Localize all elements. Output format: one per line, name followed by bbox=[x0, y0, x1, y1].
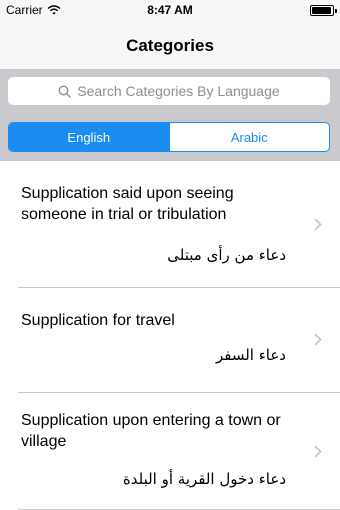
category-title: Supplication upon entering a town or vil… bbox=[21, 412, 281, 450]
battery-level bbox=[312, 7, 331, 14]
language-segmented-control: English Arabic bbox=[8, 122, 330, 152]
search-input[interactable]: Search Categories By Language bbox=[8, 77, 330, 105]
chevron-right-icon bbox=[314, 445, 322, 458]
segment-arabic[interactable]: Arabic bbox=[168, 123, 330, 151]
category-arabic-title: دعاء من رأى مبتلى bbox=[167, 246, 286, 264]
category-title: Supplication for travel bbox=[21, 312, 175, 329]
category-row[interactable]: Supplication said upon seeing someone in… bbox=[0, 161, 340, 288]
search-icon bbox=[58, 84, 72, 98]
page-title: Categories bbox=[126, 36, 214, 55]
status-time: 8:47 AM bbox=[147, 3, 193, 17]
category-title: Supplication said upon seeing someone in… bbox=[21, 185, 234, 223]
battery-tip bbox=[335, 9, 337, 13]
search-area: Search Categories By Language English Ar… bbox=[0, 70, 340, 161]
category-list: Supplication said upon seeing someone in… bbox=[0, 161, 340, 510]
category-row[interactable]: Supplication upon entering a town or vil… bbox=[0, 393, 340, 510]
category-row[interactable]: Supplication for travel دعاء السفر bbox=[0, 288, 340, 393]
chevron-right-icon bbox=[314, 218, 322, 231]
status-bar: Carrier 8:47 AM bbox=[0, 0, 340, 20]
battery-icon bbox=[310, 5, 337, 16]
segment-english[interactable]: English bbox=[9, 123, 169, 151]
category-arabic-title: دعاء السفر bbox=[215, 346, 286, 364]
chevron-right-icon bbox=[314, 333, 322, 346]
search-placeholder: Search Categories By Language bbox=[77, 83, 280, 99]
navigation-bar: Categories bbox=[0, 20, 340, 70]
category-arabic-title: دعاء دخول القرية أو البلدة bbox=[122, 470, 286, 488]
